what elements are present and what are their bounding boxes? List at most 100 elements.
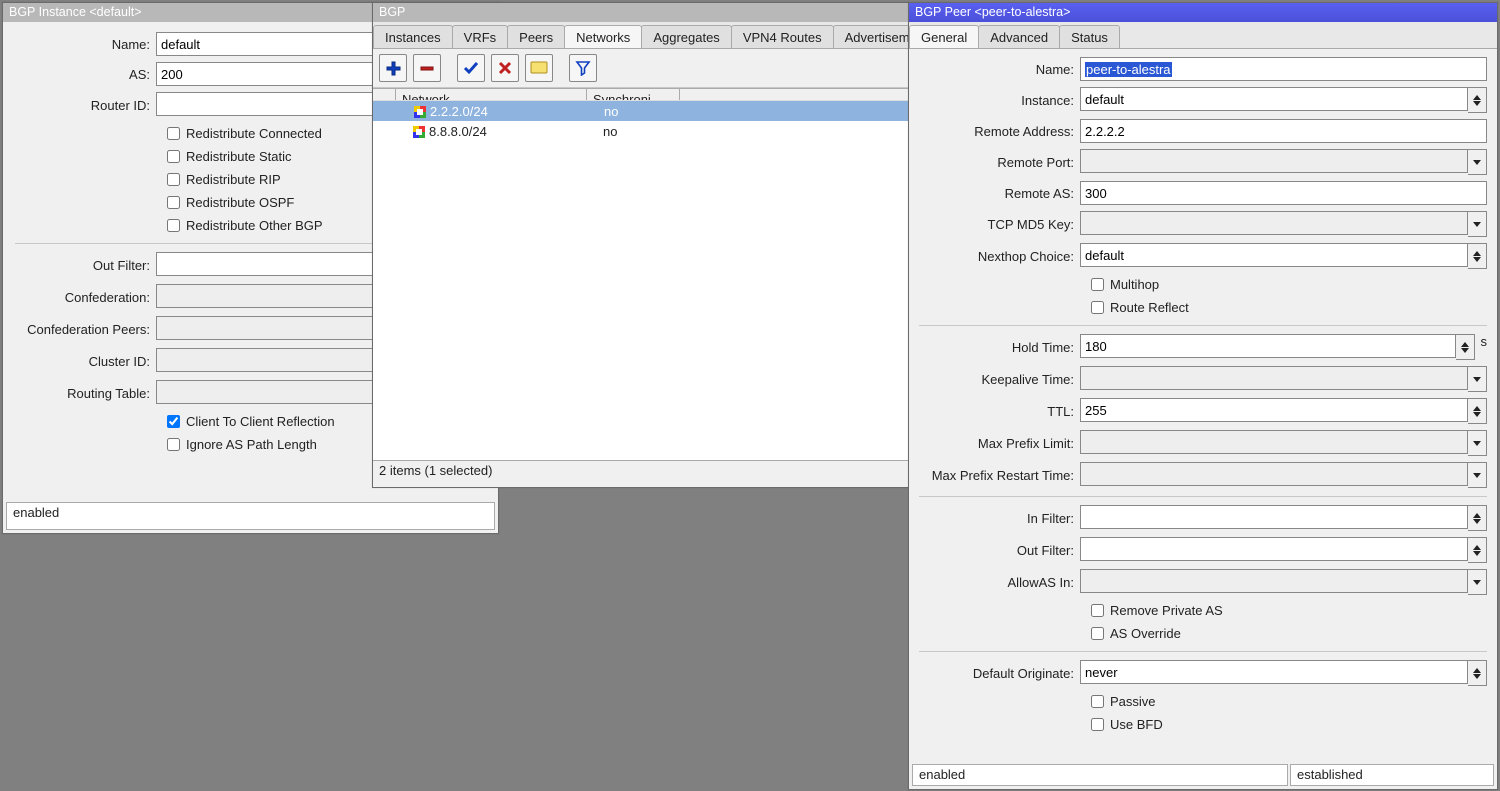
redistribute-rip-label: Redistribute RIP — [186, 172, 281, 187]
ttl-input[interactable] — [1080, 398, 1468, 422]
bgp-peer-titlebar[interactable]: BGP Peer <peer-to-alestra> — [909, 3, 1497, 22]
multihop-checkbox[interactable] — [1091, 278, 1104, 291]
in-filter-input[interactable] — [1080, 505, 1468, 529]
bgp-tabs: Instances VRFs Peers Networks Aggregates… — [373, 22, 908, 49]
network-icon — [414, 106, 426, 118]
passive-label: Passive — [1110, 694, 1156, 709]
bgp-window: BGP Instances VRFs Peers Networks Aggreg… — [372, 2, 909, 488]
route-reflect-checkbox[interactable] — [1091, 301, 1104, 314]
bgp-titlebar[interactable]: BGP — [373, 3, 908, 22]
disable-button[interactable] — [491, 54, 519, 82]
redistribute-static-checkbox[interactable] — [167, 150, 180, 163]
default-originate-dropdown-icon[interactable] — [1468, 660, 1487, 686]
hold-time-unit: s — [1481, 334, 1488, 360]
max-prefix-restart-time-label: Max Prefix Restart Time: — [919, 468, 1080, 483]
tab-advertisements[interactable]: Advertisements — [833, 25, 908, 49]
tab-vrfs[interactable]: VRFs — [452, 25, 509, 49]
ttl-dropdown-icon[interactable] — [1468, 398, 1487, 424]
as-override-checkbox[interactable] — [1091, 627, 1104, 640]
tab-peers[interactable]: Peers — [507, 25, 565, 49]
tab-status[interactable]: Status — [1059, 25, 1120, 49]
remote-address-input[interactable] — [1080, 119, 1487, 143]
x-icon — [497, 60, 513, 76]
client-to-client-reflection-checkbox[interactable] — [167, 415, 180, 428]
instance-input[interactable] — [1080, 87, 1468, 111]
ignore-as-path-length-checkbox[interactable] — [167, 438, 180, 451]
peer-out-filter-input[interactable] — [1080, 537, 1468, 561]
tab-general[interactable]: General — [909, 25, 979, 49]
multihop-label: Multihop — [1110, 277, 1159, 292]
keepalive-time-label: Keepalive Time: — [919, 372, 1080, 387]
add-button[interactable] — [379, 54, 407, 82]
tab-instances[interactable]: Instances — [373, 25, 453, 49]
network-cell: 2.2.2.0/24 — [430, 104, 488, 119]
peer-name-input[interactable]: peer-to-alestra — [1080, 57, 1487, 81]
allowas-in-input[interactable] — [1080, 569, 1468, 593]
max-prefix-restart-time-input[interactable] — [1080, 462, 1468, 486]
hold-time-input[interactable] — [1080, 334, 1456, 358]
remote-port-input[interactable] — [1080, 149, 1468, 173]
sync-cell: no — [597, 124, 689, 139]
max-prefix-limit-label: Max Prefix Limit: — [919, 436, 1080, 451]
table-row[interactable]: 8.8.8.0/24 no — [373, 121, 908, 141]
peer-tabs: General Advanced Status — [909, 22, 1497, 49]
remote-as-input[interactable] — [1080, 181, 1487, 205]
tcp-md5-key-dropdown-icon[interactable] — [1468, 211, 1487, 237]
enable-button[interactable] — [457, 54, 485, 82]
tab-aggregates[interactable]: Aggregates — [641, 25, 732, 49]
plus-icon — [385, 60, 401, 76]
filter-button[interactable] — [569, 54, 597, 82]
redistribute-other-bgp-checkbox[interactable] — [167, 219, 180, 232]
nexthop-dropdown-icon[interactable] — [1468, 243, 1487, 269]
nexthop-choice-input[interactable] — [1080, 243, 1468, 267]
passive-checkbox[interactable] — [1091, 695, 1104, 708]
nexthop-choice-label: Nexthop Choice: — [919, 249, 1080, 264]
check-icon — [463, 60, 479, 76]
network-list: 2.2.2.0/24 no 8.8.8.0/24 no — [373, 100, 908, 463]
funnel-icon — [575, 60, 591, 76]
routerid-label: Router ID: — [15, 98, 156, 113]
tcp-md5-key-input[interactable] — [1080, 211, 1468, 235]
instance-dropdown-icon[interactable] — [1468, 87, 1487, 113]
note-icon — [530, 61, 548, 75]
ttl-label: TTL: — [919, 404, 1080, 419]
in-filter-dropdown-icon[interactable] — [1468, 505, 1487, 531]
redistribute-connected-checkbox[interactable] — [167, 127, 180, 140]
peer-name-label: Name: — [919, 62, 1080, 77]
sync-cell: no — [598, 104, 690, 119]
remote-as-label: Remote AS: — [919, 186, 1080, 201]
redistribute-ospf-checkbox[interactable] — [167, 196, 180, 209]
route-reflect-label: Route Reflect — [1110, 300, 1189, 315]
hold-time-dropdown-icon[interactable] — [1456, 334, 1475, 360]
tab-advanced[interactable]: Advanced — [978, 25, 1060, 49]
remote-port-dropdown-icon[interactable] — [1468, 149, 1487, 175]
remove-private-as-checkbox[interactable] — [1091, 604, 1104, 617]
status-bar: 2 items (1 selected) — [373, 460, 908, 487]
use-bfd-checkbox[interactable] — [1091, 718, 1104, 731]
remove-private-as-label: Remove Private AS — [1110, 603, 1223, 618]
max-prefix-limit-dropdown-icon[interactable] — [1468, 430, 1487, 456]
in-filter-label: In Filter: — [919, 511, 1080, 526]
redistribute-rip-checkbox[interactable] — [167, 173, 180, 186]
peer-out-filter-dropdown-icon[interactable] — [1468, 537, 1487, 563]
max-prefix-restart-time-dropdown-icon[interactable] — [1468, 462, 1487, 488]
keepalive-time-dropdown-icon[interactable] — [1468, 366, 1487, 392]
allowas-in-dropdown-icon[interactable] — [1468, 569, 1487, 595]
table-row[interactable]: 2.2.2.0/24 no — [373, 101, 908, 121]
remote-address-label: Remote Address: — [919, 124, 1080, 139]
peer-status-state: established — [1290, 764, 1494, 786]
default-originate-label: Default Originate: — [919, 666, 1080, 681]
max-prefix-limit-input[interactable] — [1080, 430, 1468, 454]
remove-button[interactable] — [413, 54, 441, 82]
default-originate-input[interactable] — [1080, 660, 1468, 684]
as-override-label: AS Override — [1110, 626, 1181, 641]
tab-vpn4-routes[interactable]: VPN4 Routes — [731, 25, 834, 49]
network-icon — [413, 126, 425, 138]
keepalive-time-input[interactable] — [1080, 366, 1468, 390]
use-bfd-label: Use BFD — [1110, 717, 1163, 732]
confederation-label: Confederation: — [15, 290, 156, 305]
comment-button[interactable] — [525, 54, 553, 82]
confederation-peers-label: Confederation Peers: — [15, 322, 156, 337]
toolbar — [373, 49, 908, 88]
tab-networks[interactable]: Networks — [564, 25, 642, 49]
